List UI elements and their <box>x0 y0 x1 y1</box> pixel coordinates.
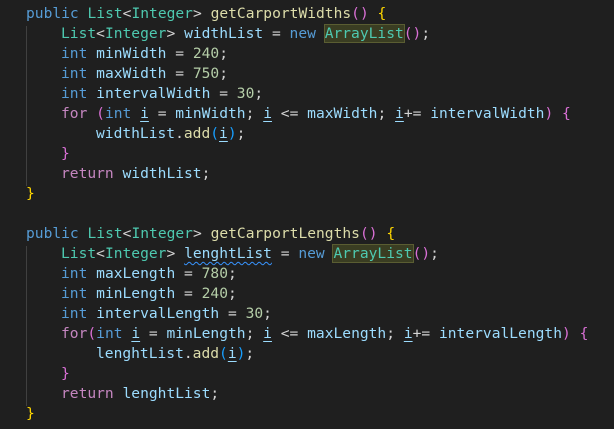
keyword-for: for <box>61 105 88 122</box>
variable-name: maxWidth <box>307 105 378 122</box>
variable-name: widthList <box>96 125 176 142</box>
type-list: List <box>87 225 123 242</box>
keyword-int: int <box>61 45 88 62</box>
variable-name: lenghtList <box>122 385 211 402</box>
class-arraylist-highlighted: ArrayList <box>323 24 405 43</box>
variable-name: minWidth <box>96 45 167 62</box>
variable-name: maxLength <box>307 325 387 342</box>
variable-name: lenghtList <box>96 345 184 362</box>
code-line[interactable]: public List<Integer> getCarportLengths()… <box>26 224 395 244</box>
code-line[interactable]: List<Integer> lenghtList = new ArrayList… <box>61 244 439 264</box>
keyword-public: public <box>26 5 79 22</box>
variable-name: maxLength <box>96 265 176 282</box>
keyword-return: return <box>61 385 114 402</box>
number-literal: 780 <box>201 265 228 282</box>
code-editor[interactable]: public List<Integer> getCarportWidths() … <box>0 0 614 429</box>
type-list: List <box>87 5 123 22</box>
loop-variable: i <box>263 325 272 342</box>
code-line[interactable]: int minWidth = 240; <box>61 44 228 64</box>
variable-name: widthList <box>184 25 264 42</box>
variable-name: intervalWidth <box>430 105 545 122</box>
keyword-public: public <box>26 225 79 242</box>
indent-guide <box>26 246 27 406</box>
loop-variable: i <box>140 105 149 122</box>
variable-name: minWidth <box>175 105 246 122</box>
keyword-new: new <box>298 245 325 262</box>
number-literal: 30 <box>245 305 264 322</box>
method-name: getCarportWidths <box>210 5 352 22</box>
keyword-int: int <box>96 325 123 342</box>
number-literal: 240 <box>192 45 220 62</box>
method-call: add <box>192 345 220 362</box>
keyword-int: int <box>61 85 88 102</box>
method-name: getCarportLengths <box>210 225 360 242</box>
type-list: List <box>61 25 97 42</box>
variable-name: minLength <box>166 325 246 342</box>
code-line[interactable]: for (int i = minWidth; i <= maxWidth; i+… <box>61 104 571 124</box>
code-line[interactable]: } <box>61 364 70 384</box>
code-line[interactable]: List<Integer> widthList = new ArrayList(… <box>61 24 430 44</box>
keyword-return: return <box>61 165 114 182</box>
loop-variable: i <box>131 325 141 342</box>
code-line[interactable]: public List<Integer> getCarportWidths() … <box>26 4 386 24</box>
keyword-int: int <box>104 105 132 122</box>
method-call: add <box>183 125 211 142</box>
loop-variable: i <box>219 125 228 142</box>
code-line[interactable]: return lenghtList; <box>61 384 219 404</box>
type-integer: Integer <box>104 245 167 262</box>
keyword-int: int <box>61 65 88 82</box>
variable-name: intervalLength <box>96 305 220 322</box>
loop-variable: i <box>227 345 237 362</box>
code-line[interactable]: int maxWidth = 750; <box>61 64 228 84</box>
code-line[interactable]: } <box>61 144 70 164</box>
loop-variable: i <box>403 325 413 342</box>
loop-variable: i <box>263 105 272 122</box>
code-line[interactable]: int intervalLength = 30; <box>61 304 272 324</box>
code-line[interactable]: lenghtList.add(i); <box>96 344 254 364</box>
code-line[interactable]: } <box>26 184 35 204</box>
number-literal: 30 <box>236 85 255 102</box>
code-line[interactable]: int minLength = 240; <box>61 284 237 304</box>
type-list: List <box>61 245 97 262</box>
number-literal: 750 <box>192 65 220 82</box>
variable-name: minLength <box>96 285 176 302</box>
variable-name: widthList <box>122 165 202 182</box>
code-line[interactable]: int intervalWidth = 30; <box>61 84 263 104</box>
keyword-int: int <box>61 305 88 322</box>
variable-name: maxWidth <box>96 65 167 82</box>
keyword-new: new <box>289 25 316 42</box>
keyword-int: int <box>61 285 88 302</box>
variable-name-spelling-warning: lenghtList <box>184 245 272 262</box>
loop-variable: i <box>395 105 404 122</box>
indent-guide <box>26 26 27 186</box>
class-arraylist-highlighted: ArrayList <box>332 244 414 263</box>
variable-name: intervalWidth <box>96 85 211 102</box>
code-line[interactable]: int maxLength = 780; <box>61 264 237 284</box>
code-line[interactable]: return widthList; <box>61 164 210 184</box>
type-integer: Integer <box>104 25 167 42</box>
type-integer: Integer <box>131 5 193 22</box>
keyword-int: int <box>61 265 88 282</box>
type-integer: Integer <box>131 225 193 242</box>
keyword-for: for <box>61 325 88 342</box>
code-line[interactable]: } <box>26 404 35 424</box>
variable-name: intervalLength <box>438 325 562 342</box>
number-literal: 240 <box>201 285 228 302</box>
code-line[interactable]: widthList.add(i); <box>96 124 245 144</box>
code-line[interactable]: for(int i = minLength; i <= maxLength; i… <box>61 324 588 344</box>
